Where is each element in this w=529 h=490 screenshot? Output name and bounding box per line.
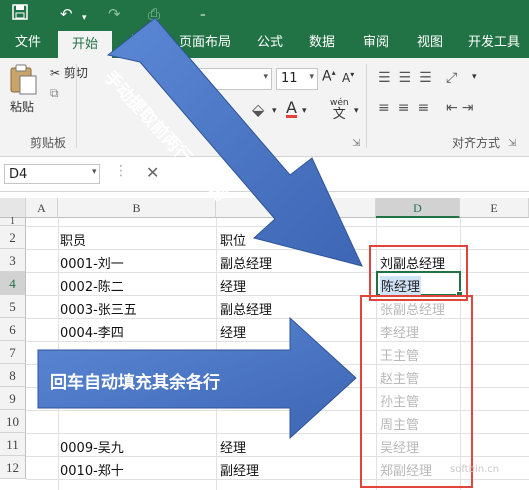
- arrow-auto-fill-label: 回车自动填充其余各行: [50, 373, 220, 393]
- arrow-manual-extract: [106, 17, 363, 267]
- annotation-arrows: [37, 17, 363, 440]
